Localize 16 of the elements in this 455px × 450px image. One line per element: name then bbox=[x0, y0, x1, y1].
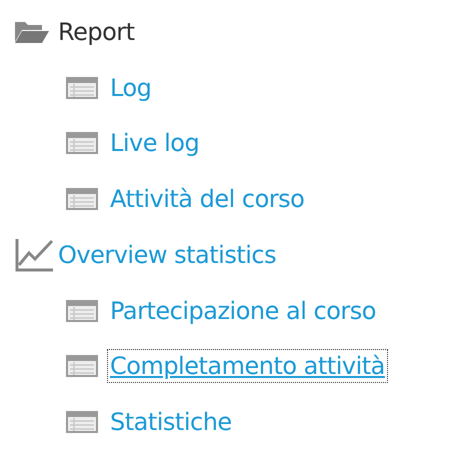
table-icon bbox=[66, 76, 98, 99]
tree-link[interactable]: Log bbox=[110, 74, 152, 102]
tree-link[interactable]: Attività del corso bbox=[110, 185, 304, 214]
table-icon bbox=[66, 300, 98, 322]
tree-folder-label[interactable]: Report bbox=[58, 18, 135, 46]
table-icon bbox=[66, 188, 98, 210]
tree-link[interactable]: Partecipazione al corso bbox=[110, 296, 376, 325]
tree-link[interactable]: Statistiche bbox=[110, 408, 232, 436]
line-chart-icon bbox=[14, 236, 54, 273]
tree-link[interactable]: Live log bbox=[110, 129, 200, 158]
folder-icon bbox=[14, 20, 50, 44]
table-icon bbox=[66, 411, 98, 434]
tree-link[interactable]: Overview statistics bbox=[58, 240, 276, 269]
table-icon bbox=[66, 132, 98, 154]
tree-link[interactable]: Completamento attività bbox=[110, 352, 385, 380]
table-icon bbox=[66, 355, 98, 378]
